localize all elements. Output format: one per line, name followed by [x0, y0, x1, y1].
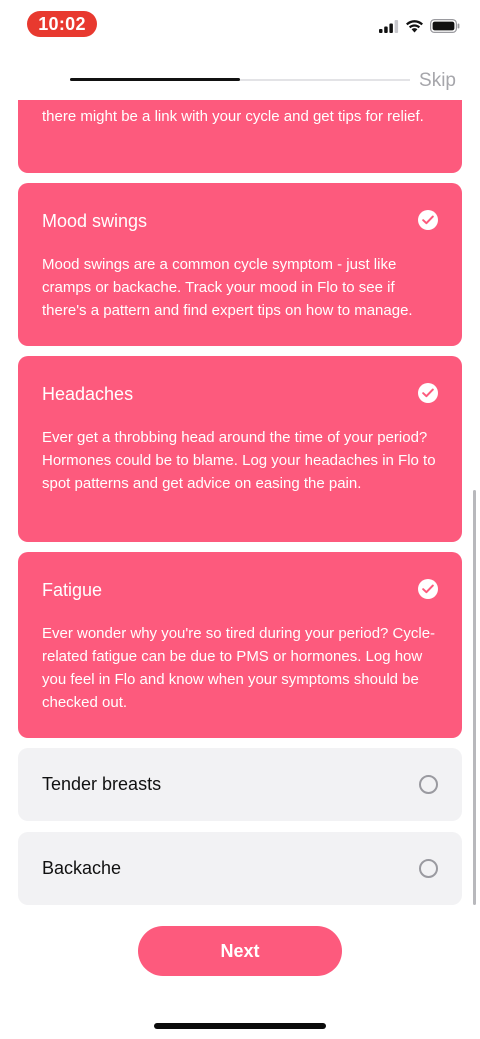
symptom-card-description: Ever get a throbbing head around the tim… [42, 429, 436, 492]
skip-button[interactable]: Skip [419, 70, 456, 92]
symptom-card-title: Fatigue [42, 580, 103, 600]
symptom-card-title: Backache [42, 858, 122, 878]
status-time: 10:02 [27, 11, 97, 37]
checkmark-icon [418, 383, 438, 403]
symptom-card-partial[interactable]: there might be a link with your cycle an… [18, 100, 462, 173]
scrollbar[interactable] [473, 490, 476, 905]
symptom-card-title: Tender breasts [42, 774, 162, 794]
status-bar: 10:02 [0, 0, 480, 50]
symptom-card-description: there might be a link with your cycle an… [42, 108, 424, 125]
symptom-card-headaches[interactable]: Headaches Ever get a throbbing head arou… [18, 356, 462, 542]
symptom-card-tender-breasts[interactable]: Tender breasts [18, 748, 462, 821]
symptom-card-title: Mood swings [42, 211, 148, 231]
onboarding-header: Skip [0, 64, 480, 100]
progress-bar-fill [70, 78, 240, 81]
status-icons [379, 19, 460, 38]
progress-bar [70, 78, 410, 81]
home-indicator[interactable] [154, 1023, 326, 1029]
symptom-card-description: Ever wonder why you're so tired during y… [42, 625, 436, 711]
checkmark-icon [418, 579, 438, 599]
battery-icon [430, 19, 460, 38]
wifi-icon [405, 19, 424, 38]
symptom-card-fatigue[interactable]: Fatigue Ever wonder why you're so tired … [18, 552, 462, 738]
symptom-list[interactable]: there might be a link with your cycle an… [0, 100, 480, 910]
next-button[interactable]: Next [138, 926, 342, 976]
symptom-card-description: Mood swings are a common cycle symptom -… [42, 256, 413, 319]
checkmark-icon [418, 210, 438, 230]
radio-unchecked-icon[interactable] [419, 775, 438, 794]
symptom-card-mood-swings[interactable]: Mood swings Mood swings are a common cyc… [18, 183, 462, 346]
cellular-signal-icon [379, 19, 399, 38]
symptom-card-title: Headaches [42, 384, 134, 404]
radio-unchecked-icon[interactable] [419, 859, 438, 878]
symptom-card-backache[interactable]: Backache [18, 832, 462, 905]
